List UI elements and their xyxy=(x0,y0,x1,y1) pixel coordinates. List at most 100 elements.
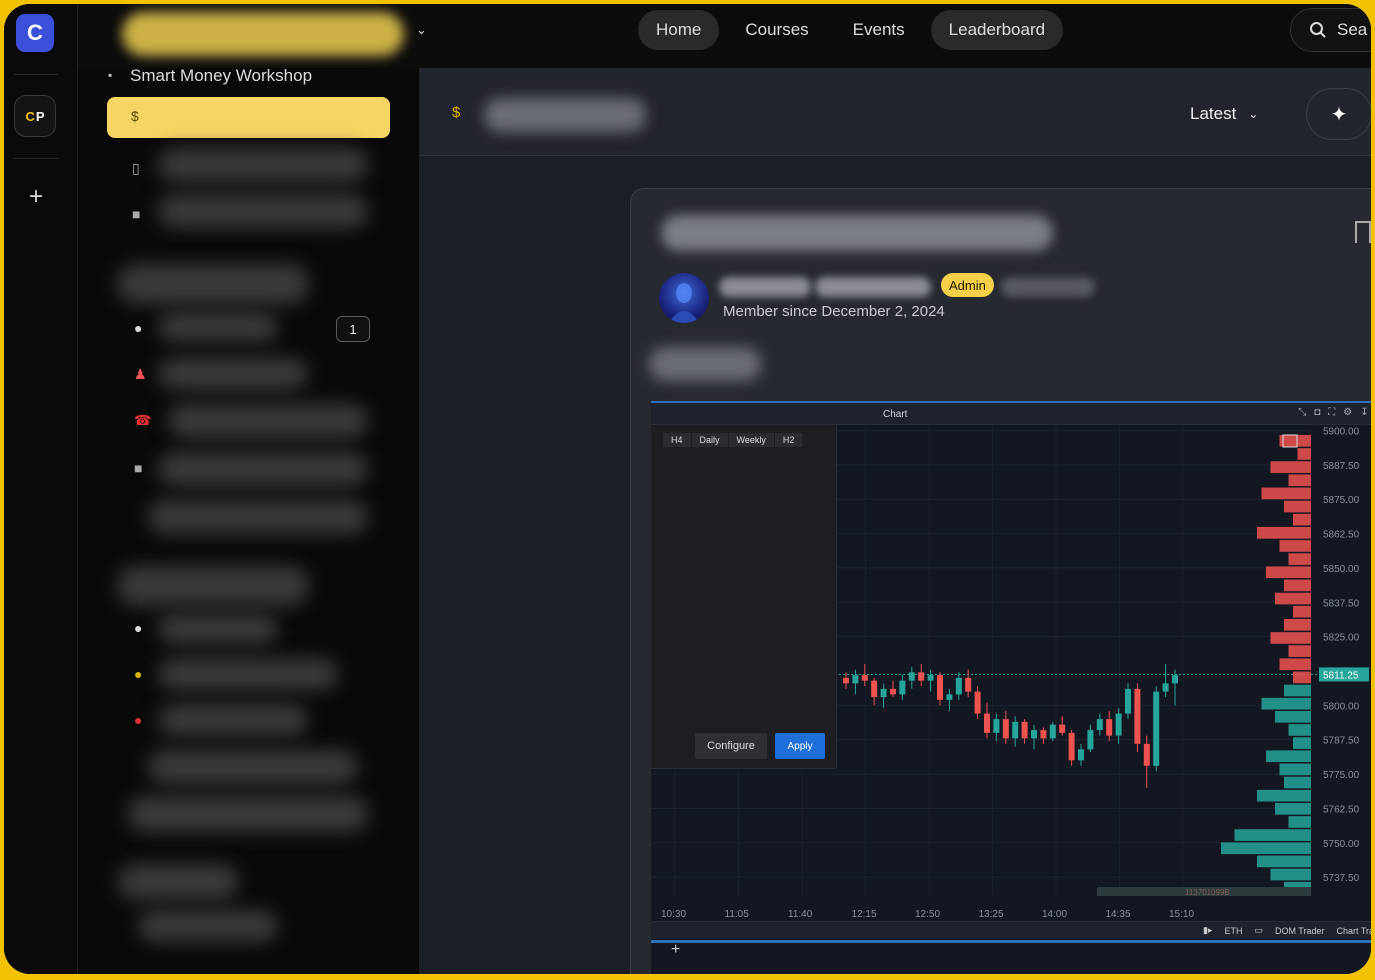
workspace-badge-right: P xyxy=(35,108,45,124)
camera-icon: ◘ xyxy=(1314,407,1321,418)
session-label: ETH xyxy=(1224,925,1243,936)
candle-body xyxy=(1106,719,1113,736)
candle-body xyxy=(1172,675,1178,684)
sort-dropdown[interactable]: Latest ⌄ xyxy=(1190,104,1258,124)
candle-body xyxy=(927,675,934,681)
bookmark-icon[interactable] xyxy=(1355,221,1371,243)
candle-body xyxy=(937,675,943,700)
app-window: C CP + ⌄ Home Courses Events Leaderboard Se… xyxy=(4,4,1371,974)
timeframe-tab: Weekly xyxy=(728,433,775,447)
workspace-name-redacted[interactable] xyxy=(122,12,404,56)
volume-profile-bar xyxy=(1293,605,1311,618)
chat-bubble-icon: ● xyxy=(134,320,143,336)
author-name-redacted[interactable] xyxy=(815,277,931,297)
workspace-badge-left: C xyxy=(25,108,35,124)
channel-item-redacted[interactable] xyxy=(138,910,278,942)
channel-item-redacted[interactable] xyxy=(158,704,308,736)
sort-label: Latest xyxy=(1190,104,1237,123)
app-logo-icon[interactable]: C xyxy=(16,14,54,52)
megaphone-icon: ▪ xyxy=(108,68,113,82)
rail-divider xyxy=(14,74,58,75)
movie-camera-icon: ■ xyxy=(134,460,143,476)
y-tick-label: 5825.00 xyxy=(1323,633,1360,644)
gear-icon: ⚙ xyxy=(1343,407,1353,418)
x-tick-label: 12:15 xyxy=(852,909,877,920)
channel-item-redacted[interactable] xyxy=(158,452,368,486)
workspace-badge[interactable]: CP xyxy=(14,95,56,137)
y-tick-label: 5875.00 xyxy=(1323,495,1360,506)
volume-profile-bar xyxy=(1261,487,1311,500)
y-tick-label: 5837.50 xyxy=(1323,598,1360,609)
red-tag-icon: ● xyxy=(134,712,143,728)
channel-item-smart-money-workshop[interactable]: Smart Money Workshop xyxy=(130,68,312,86)
volume-profile-bar xyxy=(1257,855,1311,868)
y-tick-label: 5850.00 xyxy=(1323,564,1360,575)
candle-body xyxy=(1162,683,1169,692)
play-icon: ▮▸ xyxy=(1202,925,1213,935)
chart-tab-strip: + xyxy=(651,940,1371,958)
candle-body xyxy=(1021,721,1028,739)
volume-profile-bar xyxy=(1293,737,1311,749)
nav-item-leaderboard[interactable]: Leaderboard xyxy=(930,10,1064,50)
volume-profile-bar xyxy=(1275,711,1311,723)
channel-item-redacted[interactable] xyxy=(148,500,368,534)
timeframe-row: H4 Daily Weekly H2 xyxy=(651,433,804,447)
category-header-redacted[interactable] xyxy=(118,566,308,606)
search-icon xyxy=(1310,22,1326,38)
chart-trader-label: Chart Trader xyxy=(1336,925,1371,936)
money-bag-icon: ● xyxy=(134,666,143,682)
unread-count-badge: 1 xyxy=(336,316,370,342)
volume-profile-bar xyxy=(1293,671,1311,684)
volume-profile-bar xyxy=(1288,816,1311,828)
y-tick-label: 5762.50 xyxy=(1323,804,1360,815)
chevron-down-icon[interactable]: ⌄ xyxy=(416,22,427,38)
volume-profile-bar xyxy=(1279,763,1311,776)
candle-body xyxy=(1012,721,1019,739)
timeframe-tab: H2 xyxy=(774,433,804,447)
author-tag-redacted xyxy=(1001,277,1095,297)
volume-profile-bar xyxy=(1270,868,1311,881)
channel-item-redacted[interactable] xyxy=(158,658,338,690)
channel-item-redacted[interactable] xyxy=(128,796,368,832)
channel-item-active[interactable]: $ xyxy=(107,97,390,138)
category-header-redacted[interactable] xyxy=(118,264,308,304)
money-bag-icon: $ xyxy=(131,108,139,124)
channel-item-redacted[interactable] xyxy=(158,358,308,390)
avatar[interactable] xyxy=(659,273,709,323)
y-tick-label: 5800.00 xyxy=(1323,701,1360,712)
workspace-rail: C CP + xyxy=(4,4,78,974)
x-tick-label: 13:25 xyxy=(979,909,1004,920)
volume-profile-bar xyxy=(1266,750,1311,763)
volume-profile-bar xyxy=(1257,789,1311,802)
channel-item-redacted[interactable] xyxy=(158,194,368,228)
post-card[interactable]: Admin Member since December 2, 2024 Char… xyxy=(630,188,1371,974)
channel-title-redacted xyxy=(484,98,646,132)
candle-body xyxy=(1115,713,1122,736)
channel-item-redacted[interactable] xyxy=(158,148,368,182)
nav-item-home[interactable]: Home xyxy=(638,10,720,50)
nav-item-courses[interactable]: Courses xyxy=(727,10,826,50)
candle-body xyxy=(1068,732,1075,761)
y-tick-label: 5811.25 xyxy=(1323,670,1359,681)
candle-body xyxy=(1134,688,1141,744)
channel-item-redacted[interactable] xyxy=(158,614,278,644)
phone-icon: ▯ xyxy=(132,160,140,176)
collapse-icon: ⤡ xyxy=(1298,407,1307,418)
chart-titlebar: Chart ⤡ ◘ ⛶ ⚙ ↧ ✕ xyxy=(651,403,1371,425)
telephone-icon: ☎ xyxy=(134,412,152,428)
author-name-redacted[interactable] xyxy=(719,277,811,297)
chart-toolbar: ⤡ ◘ ⛶ ⚙ ↧ ✕ xyxy=(1298,407,1371,418)
y-tick-label: 5862.50 xyxy=(1323,530,1360,541)
volume-profile-bar xyxy=(1266,566,1311,579)
channel-item-redacted[interactable] xyxy=(168,404,368,438)
candle-body xyxy=(1002,719,1009,739)
ai-sparkle-button[interactable]: ✦ xyxy=(1306,88,1371,140)
channel-item-redacted[interactable] xyxy=(148,750,358,784)
nav-item-events[interactable]: Events xyxy=(835,10,923,50)
search-button[interactable]: Sea xyxy=(1290,8,1371,52)
y-tick-label: 5775.00 xyxy=(1323,770,1360,781)
category-header-redacted[interactable] xyxy=(118,864,238,900)
add-workspace-icon[interactable]: + xyxy=(25,185,47,209)
pin-icon: ↧ xyxy=(1360,407,1369,418)
channel-item-redacted[interactable] xyxy=(158,312,278,342)
